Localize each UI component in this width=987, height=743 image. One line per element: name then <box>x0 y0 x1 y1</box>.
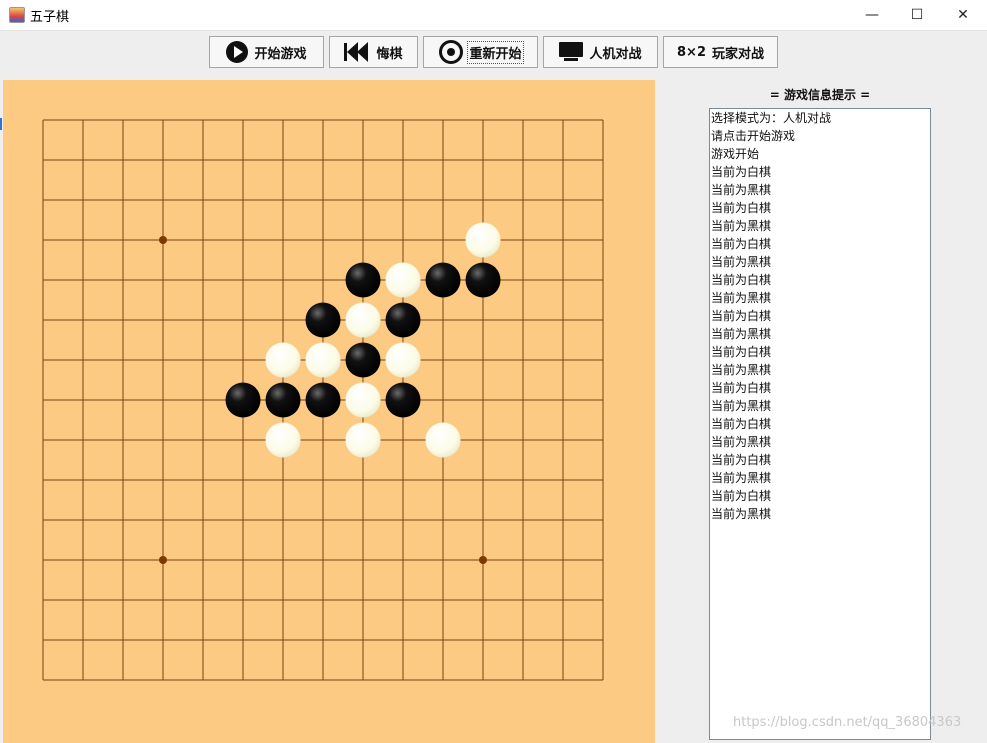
restart-label: 重新开始 <box>467 40 524 64</box>
white-stone <box>465 222 501 258</box>
board-star-point <box>479 556 487 564</box>
toolbar: 开始游戏 悔棋 重新开始 人机对战 8×2 玩家对战 <box>0 31 987 79</box>
white-stone <box>385 342 421 378</box>
board-star-point <box>159 236 167 244</box>
black-stone <box>385 302 421 338</box>
users-icon: 8×2 <box>677 44 706 60</box>
game-info-log[interactable]: 选择模式为：人机对战 请点击开始游戏 游戏开始 当前为白棋 当前为黑棋 当前为白棋 当前为黑… <box>709 108 931 740</box>
restart-icon <box>439 40 464 64</box>
black-stone <box>465 262 501 298</box>
info-log-line: 当前为白棋 <box>711 273 772 287</box>
info-log-line: 当前为黑棋 <box>711 507 772 521</box>
info-log-line: 当前为白棋 <box>711 165 772 179</box>
start-game-label: 开始游戏 <box>254 46 307 62</box>
close-button[interactable]: ✕ <box>940 0 986 30</box>
monitor-icon <box>559 42 584 62</box>
info-log-line: 当前为黑棋 <box>711 183 772 197</box>
info-log-line: 当前为白棋 <box>711 417 772 431</box>
info-log-line: 当前为白棋 <box>711 201 772 215</box>
info-log-line: 当前为黑棋 <box>711 255 772 269</box>
start-game-button[interactable]: 开始游戏 <box>209 36 324 68</box>
restart-button[interactable]: 重新开始 <box>423 36 538 68</box>
black-stone <box>425 262 461 298</box>
rewind-icon <box>344 42 370 62</box>
vs-player-button[interactable]: 8×2 玩家对战 <box>663 36 778 68</box>
info-log-line: 当前为黑棋 <box>711 471 772 485</box>
java-app-icon <box>9 7 25 23</box>
vs-computer-button[interactable]: 人机对战 <box>543 36 658 68</box>
black-stone <box>305 302 341 338</box>
board-star-point <box>159 556 167 564</box>
white-stone <box>385 262 421 298</box>
white-stone <box>345 382 381 418</box>
black-stone <box>225 382 261 418</box>
info-log-line: 选择模式为：人机对战 <box>711 111 832 125</box>
black-stone <box>345 262 381 298</box>
window-title: 五子棋 <box>30 10 70 25</box>
minimize-button[interactable]: — <box>849 0 895 30</box>
info-log-line: 当前为黑棋 <box>711 327 772 341</box>
gomoku-board-panel[interactable] <box>3 80 655 743</box>
info-log-line: 当前为白棋 <box>711 237 772 251</box>
white-stone <box>345 302 381 338</box>
black-stone <box>265 382 301 418</box>
vs-player-label: 玩家对战 <box>711 46 764 62</box>
undo-move-button[interactable]: 悔棋 <box>329 36 418 68</box>
info-log-line: 当前为白棋 <box>711 489 772 503</box>
gomoku-board[interactable] <box>3 80 655 743</box>
white-stone <box>265 342 301 378</box>
white-stone <box>425 422 461 458</box>
maximize-button[interactable]: ☐ <box>894 0 940 30</box>
black-stone <box>385 382 421 418</box>
info-log-line: 当前为白棋 <box>711 453 772 467</box>
title-bar: 五子棋 — ☐ ✕ <box>0 0 987 31</box>
info-log-line: 当前为黑棋 <box>711 219 772 233</box>
info-log-line: 当前为黑棋 <box>711 363 772 377</box>
info-log-line: 当前为白棋 <box>711 345 772 359</box>
watermark-text: https://blog.csdn.net/qq_36804363 <box>733 715 962 730</box>
white-stone <box>305 342 341 378</box>
info-log-line: 游戏开始 <box>711 147 760 161</box>
black-stone <box>305 382 341 418</box>
info-log-line: 当前为黑棋 <box>711 435 772 449</box>
info-log-line: 当前为白棋 <box>711 381 772 395</box>
info-log-line: 当前为黑棋 <box>711 399 772 413</box>
info-log-line: 请点击开始游戏 <box>711 129 796 143</box>
vs-computer-label: 人机对战 <box>589 46 642 62</box>
play-icon <box>226 41 249 63</box>
window-edge-marker <box>0 118 2 130</box>
info-log-line: 当前为黑棋 <box>711 291 772 305</box>
undo-move-label: 悔棋 <box>376 46 403 62</box>
info-log-line: 当前为白棋 <box>711 309 772 323</box>
info-panel-title: = 游戏信息提示 = <box>769 88 871 102</box>
black-stone <box>345 342 381 378</box>
white-stone <box>265 422 301 458</box>
white-stone <box>345 422 381 458</box>
